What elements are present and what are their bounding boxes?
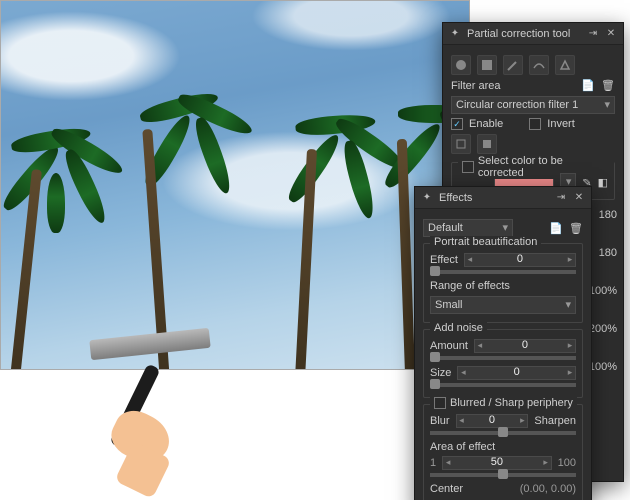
- shape-circle-button[interactable]: [451, 55, 471, 75]
- squeegee-illustration: [70, 340, 240, 490]
- center-value: (0.00, 0.00): [520, 483, 576, 495]
- effect-track[interactable]: [430, 270, 576, 274]
- preset-delete-icon[interactable]: 🗑: [569, 222, 583, 235]
- size-track[interactable]: [430, 383, 576, 387]
- mask-tool-a[interactable]: [451, 134, 471, 154]
- enable-label: Enable: [469, 118, 503, 130]
- wand-icon: ✦: [449, 28, 461, 40]
- range-label: Range of effects: [430, 280, 576, 292]
- shape-polygon-button[interactable]: [555, 55, 575, 75]
- select-color-label: Select color to be corrected: [478, 155, 610, 179]
- shape-curve-button[interactable]: [529, 55, 549, 75]
- blur-label: Blur: [430, 415, 450, 427]
- amount-label: Amount: [430, 340, 468, 352]
- size-label: Size: [430, 367, 451, 379]
- panel-pin-icon[interactable]: ⇥: [555, 192, 567, 204]
- panel-partial-titlebar[interactable]: ✦ Partial correction tool ⇥ ✕: [443, 23, 623, 45]
- new-filter-icon[interactable]: 📄: [581, 79, 595, 92]
- panel-close-icon[interactable]: ✕: [573, 192, 585, 204]
- canvas-photo: [0, 0, 470, 370]
- preset-select[interactable]: Default: [423, 219, 513, 237]
- area-slider[interactable]: ◂ 50 ▸: [442, 456, 552, 470]
- area-label: Area of effect: [430, 441, 576, 453]
- panel-effects-title: Effects: [439, 192, 472, 204]
- shape-tool-row: [451, 55, 615, 75]
- panel-pin-icon[interactable]: ⇥: [587, 28, 599, 40]
- back-panel-values: 180 180 100% 200% 100%: [589, 209, 617, 373]
- invert-label: Invert: [547, 118, 575, 130]
- blur-sharpen-slider[interactable]: ◂ 0 ▸: [456, 414, 529, 428]
- area-track[interactable]: [430, 473, 576, 477]
- shape-brush-button[interactable]: [503, 55, 523, 75]
- wand-icon: ✦: [421, 192, 433, 204]
- delete-filter-icon[interactable]: 🗑: [601, 79, 615, 92]
- amount-track[interactable]: [430, 356, 576, 360]
- blur-sharpen-track[interactable]: [430, 431, 576, 435]
- effect-slider[interactable]: ◂ 0 ▸: [464, 253, 576, 267]
- portrait-legend: Portrait beautification: [434, 236, 537, 248]
- effect-label: Effect: [430, 254, 458, 266]
- select-color-checkbox[interactable]: [462, 161, 474, 173]
- noise-legend: Add noise: [434, 322, 483, 334]
- area-min: 1: [430, 457, 436, 469]
- mask-tool-b[interactable]: [477, 134, 497, 154]
- area-max: 100: [558, 457, 576, 469]
- periphery-legend: Blurred / Sharp periphery: [450, 397, 573, 409]
- sharpen-label: Sharpen: [534, 415, 576, 427]
- preset-save-icon[interactable]: 📄: [549, 222, 563, 235]
- filter-select[interactable]: Circular correction filter 1: [451, 96, 615, 114]
- panel-effects-titlebar[interactable]: ✦ Effects ⇥ ✕: [415, 187, 591, 209]
- panel-close-icon[interactable]: ✕: [605, 28, 617, 40]
- amount-slider[interactable]: ◂ 0 ▸: [474, 339, 576, 353]
- panel-effects: ✦ Effects ⇥ ✕ Default 📄 🗑 Portrait beaut…: [414, 186, 592, 500]
- center-label: Center: [430, 483, 463, 495]
- enable-checkbox[interactable]: [451, 118, 463, 130]
- invert-checkbox[interactable]: [529, 118, 541, 130]
- range-select[interactable]: Small: [430, 296, 576, 314]
- shape-gradient-button[interactable]: [477, 55, 497, 75]
- filter-area-label: Filter area: [451, 80, 501, 92]
- panel-partial-title: Partial correction tool: [467, 28, 570, 40]
- periphery-checkbox[interactable]: [434, 397, 446, 409]
- size-slider[interactable]: ◂ 0 ▸: [457, 366, 576, 380]
